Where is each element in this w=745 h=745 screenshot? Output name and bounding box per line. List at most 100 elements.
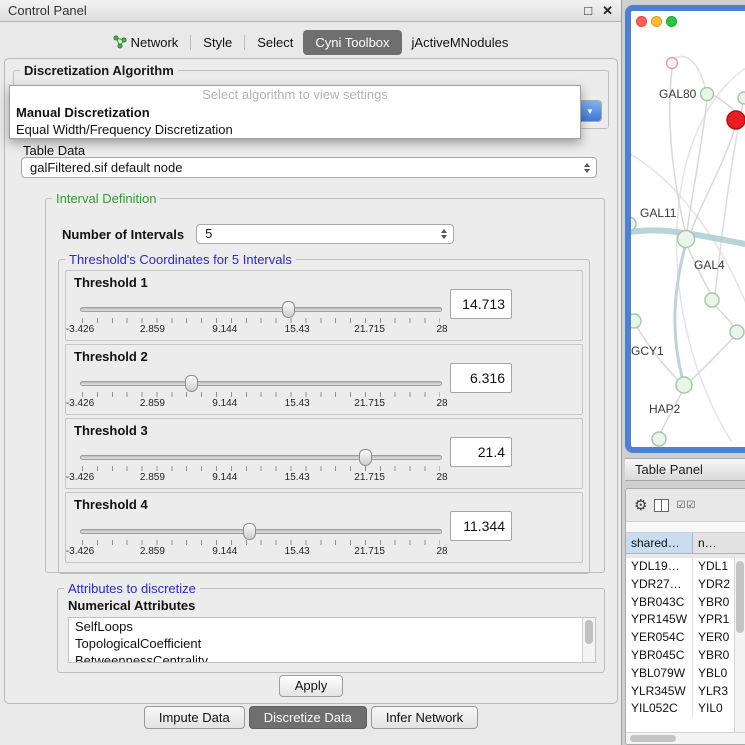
threshold-2-label: Threshold 2 xyxy=(74,349,148,364)
list-item[interactable]: SelfLoops xyxy=(69,618,595,635)
slider-thumb[interactable] xyxy=(243,523,256,540)
threshold-2-slider[interactable]: -3.426 2.859 9.144 15.43 21.715 28 xyxy=(80,373,442,413)
tick-label: 21.715 xyxy=(354,324,385,335)
cell-shared-name[interactable]: YER054C xyxy=(626,629,693,647)
table-data-combobox[interactable]: galFiltered.sif default node xyxy=(21,157,597,178)
network-canvas[interactable]: GAL80 GAL11 GAL4 GCY1 HAP2 xyxy=(631,11,745,447)
attributes-scrollbar[interactable] xyxy=(582,618,595,662)
threshold-2-value-field[interactable]: 6.316 xyxy=(450,363,512,393)
node-label-gal11[interactable]: GAL11 xyxy=(640,206,676,220)
close-icon[interactable]: ✕ xyxy=(602,3,613,19)
gear-icon[interactable]: ⚙ xyxy=(634,496,647,514)
threshold-4-slider[interactable]: -3.426 2.859 9.144 15.43 21.715 28 xyxy=(80,521,442,561)
zoom-traffic-icon[interactable] xyxy=(666,16,677,27)
column-header-shared-name[interactable]: shared… xyxy=(626,533,693,553)
tab-style-label: Style xyxy=(203,35,232,50)
tab-network[interactable]: Network xyxy=(103,31,189,54)
table-row[interactable]: YBR045C YBR0 xyxy=(626,647,745,665)
combo-arrow-icon[interactable]: ▼ xyxy=(579,101,601,121)
cell-shared-name[interactable]: YIL052C xyxy=(626,700,693,718)
threshold-4-value-field[interactable]: 11.344 xyxy=(450,511,512,541)
cell-shared-name[interactable]: YBL079W xyxy=(626,665,693,683)
control-panel-titlebar: Control Panel □ ✕ xyxy=(0,0,621,22)
column-header-name[interactable]: n… xyxy=(693,533,745,553)
apply-button[interactable]: Apply xyxy=(279,675,343,697)
table-row[interactable]: YPR145W YPR1 xyxy=(626,611,745,629)
number-of-intervals-combobox[interactable]: 5 xyxy=(196,224,454,244)
cell-shared-name[interactable]: YLR345W xyxy=(626,683,693,701)
table-row[interactable]: YIL052C YIL0 xyxy=(626,700,745,718)
algorithm-option-equal-width[interactable]: Equal Width/Frequency Discretization xyxy=(10,121,580,138)
cell-shared-name[interactable]: YPR145W xyxy=(626,611,693,629)
scrollbar-thumb[interactable] xyxy=(585,620,593,644)
tab-separator xyxy=(190,35,191,50)
tick-label: 15.43 xyxy=(285,546,310,557)
scrollbar-thumb[interactable] xyxy=(736,561,744,633)
minimize-traffic-icon[interactable] xyxy=(651,16,662,27)
columns-icon[interactable] xyxy=(654,499,669,512)
threshold-3-value-field[interactable]: 21.4 xyxy=(450,437,512,467)
table-row[interactable]: YER054C YER0 xyxy=(626,629,745,647)
tab-separator xyxy=(244,35,245,50)
cell-shared-name[interactable]: YBR045C xyxy=(626,647,693,665)
slider-thumb[interactable] xyxy=(359,449,372,466)
threshold-1-group: Threshold 1 -3.426 2.859 9.144 15.43 21.… xyxy=(65,270,583,341)
table-row[interactable]: YBL079W YBL0 xyxy=(626,665,745,683)
list-item[interactable]: TopologicalCoefficient xyxy=(69,635,595,652)
cell-shared-name[interactable]: YDR27… xyxy=(626,576,693,594)
slider-track[interactable] xyxy=(80,307,442,312)
network-view-window: GAL80 GAL11 GAL4 GCY1 HAP2 xyxy=(625,5,745,453)
slider-thumb[interactable] xyxy=(282,301,295,318)
threshold-1-slider[interactable]: -3.426 2.859 9.144 15.43 21.715 28 xyxy=(80,299,442,339)
table-row[interactable]: YDL19… YDL1 xyxy=(626,558,745,576)
tab-style[interactable]: Style xyxy=(193,31,242,54)
slider-tick-labels: -3.426 2.859 9.144 15.43 21.715 28 xyxy=(80,398,442,410)
slider-tick-labels: -3.426 2.859 9.144 15.43 21.715 28 xyxy=(80,472,442,484)
scrollbar-thumb[interactable] xyxy=(630,735,676,742)
table-row[interactable]: YLR345W YLR3 xyxy=(626,683,745,701)
slider-track[interactable] xyxy=(80,381,442,386)
tick-label: 21.715 xyxy=(354,398,385,409)
tick-label: 28 xyxy=(436,472,447,483)
tab-cyni-toolbox[interactable]: Cyni Toolbox xyxy=(303,30,401,55)
spinner-icon[interactable] xyxy=(441,229,447,239)
float-window-icon[interactable]: □ xyxy=(584,3,592,18)
numerical-attributes-list[interactable]: SelfLoops TopologicalCoefficient Between… xyxy=(68,617,596,663)
threshold-3-slider[interactable]: -3.426 2.859 9.144 15.43 21.715 28 xyxy=(80,447,442,487)
slider-tick-marks xyxy=(82,318,440,323)
tab-jactivemodules[interactable]: jActiveMNodules xyxy=(402,31,519,54)
cell-shared-name[interactable]: YDL19… xyxy=(626,558,693,576)
network-graph[interactable] xyxy=(631,11,745,447)
node-label-hap2[interactable]: HAP2 xyxy=(649,402,680,416)
node-label-gal80[interactable]: GAL80 xyxy=(659,87,696,101)
node-label-gal4[interactable]: GAL4 xyxy=(694,258,725,272)
algorithm-dropdown-popup: Select algorithm to view settings Manual… xyxy=(9,85,581,139)
close-traffic-icon[interactable] xyxy=(636,16,647,27)
slider-track[interactable] xyxy=(80,529,442,534)
table-data-label: Table Data xyxy=(23,143,85,158)
tab-select[interactable]: Select xyxy=(247,31,303,54)
tick-label: -3.426 xyxy=(66,546,94,557)
slider-tick-labels: -3.426 2.859 9.144 15.43 21.715 28 xyxy=(80,546,442,558)
table-row[interactable]: YBR043C YBR0 xyxy=(626,594,745,612)
tick-label: 15.43 xyxy=(285,398,310,409)
list-item[interactable]: BetweennessCentrality xyxy=(69,652,595,663)
table-vertical-scrollbar[interactable] xyxy=(734,558,745,732)
interval-definition-legend: Interval Definition xyxy=(52,191,160,206)
tab-impute-data[interactable]: Impute Data xyxy=(144,706,245,729)
slider-thumb[interactable] xyxy=(185,375,198,392)
threshold-1-value-field[interactable]: 14.713 xyxy=(450,289,512,319)
algorithm-option-manual[interactable]: Manual Discretization xyxy=(10,104,580,121)
table-row[interactable]: YDR27… YDR2 xyxy=(626,576,745,594)
tab-jactivemodules-label: jActiveMNodules xyxy=(412,35,509,50)
slider-track[interactable] xyxy=(80,455,442,460)
cell-shared-name[interactable]: YBR043C xyxy=(626,594,693,612)
threshold-2-group: Threshold 2 -3.426 2.859 9.144 15.43 21.… xyxy=(65,344,583,415)
spinner-icon[interactable] xyxy=(584,163,590,173)
node-label-gcy1[interactable]: GCY1 xyxy=(631,344,664,358)
table-horizontal-scrollbar[interactable] xyxy=(626,732,745,744)
tab-infer-network[interactable]: Infer Network xyxy=(371,706,478,729)
tick-label: 9.144 xyxy=(212,472,237,483)
tab-discretize-data[interactable]: Discretize Data xyxy=(249,706,367,729)
select-columns-checkboxes-icon[interactable]: ☑☑ xyxy=(676,500,696,511)
